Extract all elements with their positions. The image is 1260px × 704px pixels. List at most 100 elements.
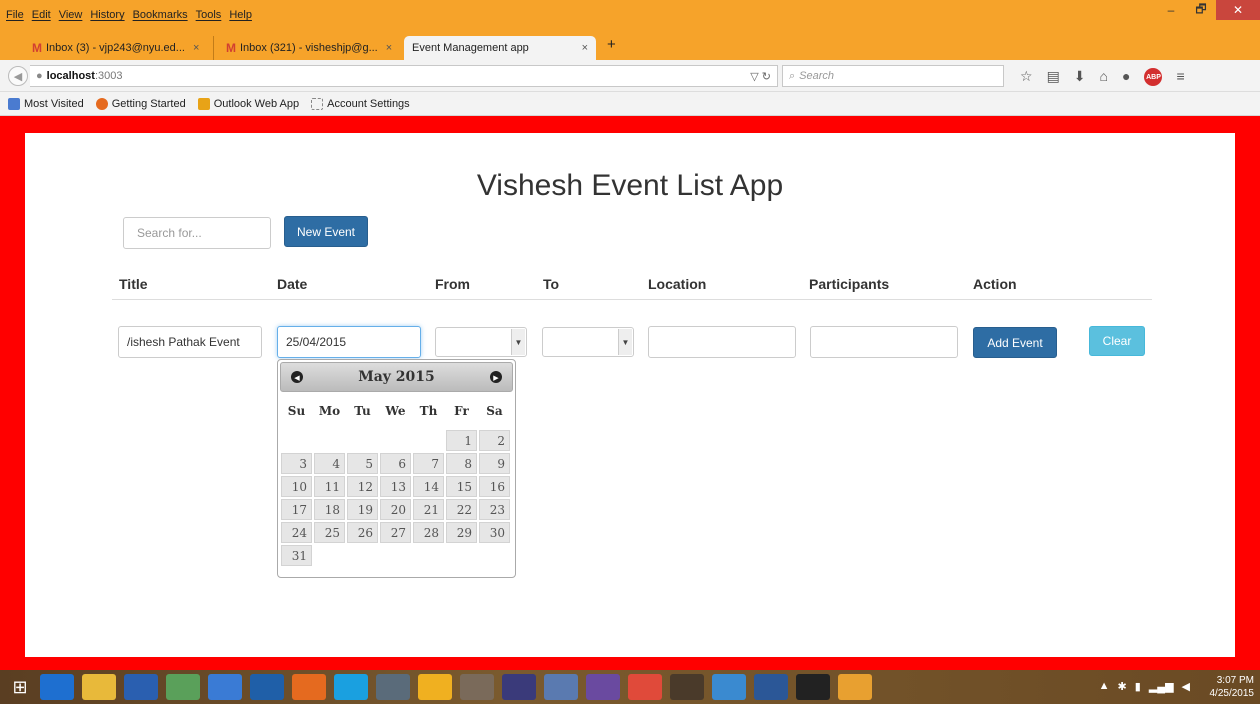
calendar-day[interactable]: 16 bbox=[479, 476, 510, 497]
calendar-day[interactable]: 17 bbox=[281, 499, 312, 520]
calendar-day[interactable]: 10 bbox=[281, 476, 312, 497]
menu-history[interactable]: History bbox=[90, 9, 124, 21]
browser-search-input[interactable]: ⌕ Search bbox=[782, 65, 1004, 87]
calendar-day[interactable]: 6 bbox=[380, 453, 411, 474]
signal-icon[interactable]: ▂▄▆ bbox=[1149, 680, 1174, 693]
bookmark-getting-started[interactable]: Getting Started bbox=[95, 97, 186, 110]
calendar-day[interactable]: 19 bbox=[347, 499, 378, 520]
paint-icon[interactable] bbox=[208, 674, 242, 700]
bluetooth-icon[interactable]: ✱ bbox=[1118, 680, 1127, 693]
new-tab-button[interactable]: + bbox=[607, 36, 616, 53]
chat-icon[interactable]: ● bbox=[1122, 68, 1130, 86]
home-icon[interactable]: ⌂ bbox=[1100, 68, 1108, 86]
download-icon[interactable]: ⬇ bbox=[1074, 68, 1086, 86]
prev-month-icon[interactable]: ◀ bbox=[291, 371, 303, 383]
reading-list-icon[interactable]: ▤ bbox=[1047, 68, 1060, 86]
word-icon[interactable] bbox=[754, 674, 788, 700]
chrome-icon[interactable] bbox=[628, 674, 662, 700]
calendar-day[interactable]: 27 bbox=[380, 522, 411, 543]
yahoo-icon[interactable] bbox=[418, 674, 452, 700]
photos-icon[interactable] bbox=[166, 674, 200, 700]
tool-icon[interactable] bbox=[544, 674, 578, 700]
calendar-day[interactable]: 29 bbox=[446, 522, 477, 543]
calendar-day[interactable]: 7 bbox=[413, 453, 444, 474]
tray-arrow-icon[interactable]: ▲ bbox=[1099, 680, 1110, 693]
app-icon[interactable] bbox=[376, 674, 410, 700]
tab-close-icon[interactable]: × bbox=[582, 42, 588, 54]
calendar-day[interactable]: 3 bbox=[281, 453, 312, 474]
menu-file[interactable]: File bbox=[6, 9, 24, 21]
location-input[interactable] bbox=[648, 326, 796, 358]
clear-button[interactable]: Clear bbox=[1089, 326, 1145, 356]
calendar-day[interactable]: 26 bbox=[347, 522, 378, 543]
tab-inbox-gmail[interactable]: M Inbox (321) - visheshjp@g... × bbox=[218, 36, 406, 60]
tab-close-icon[interactable]: × bbox=[386, 42, 392, 54]
calendar-day[interactable]: 20 bbox=[380, 499, 411, 520]
calendar-day[interactable]: 4 bbox=[314, 453, 345, 474]
calendar-day[interactable]: 30 bbox=[479, 522, 510, 543]
files-icon[interactable] bbox=[460, 674, 494, 700]
sublime-icon[interactable] bbox=[838, 674, 872, 700]
calendar-day[interactable]: 15 bbox=[446, 476, 477, 497]
tab-close-icon[interactable]: × bbox=[193, 42, 199, 54]
calendar-day[interactable]: 22 bbox=[446, 499, 477, 520]
calendar-day[interactable]: 28 bbox=[413, 522, 444, 543]
restore-button[interactable]: 🗗 bbox=[1186, 0, 1216, 20]
add-event-button[interactable]: Add Event bbox=[973, 327, 1057, 358]
taskbar-clock[interactable]: 3:07 PM 4/25/2015 bbox=[1210, 674, 1255, 700]
ie-icon[interactable] bbox=[40, 674, 74, 700]
javaee-icon[interactable] bbox=[670, 674, 704, 700]
calendar-day[interactable]: 18 bbox=[314, 499, 345, 520]
adblock-icon[interactable]: ABP bbox=[1144, 68, 1163, 86]
calendar-day[interactable]: 24 bbox=[281, 522, 312, 543]
title-input[interactable] bbox=[118, 326, 262, 358]
network-icon[interactable]: ▮ bbox=[1135, 680, 1141, 693]
tab-inbox-nyu[interactable]: M Inbox (3) - vjp243@nyu.ed... × bbox=[24, 36, 214, 60]
date-input[interactable] bbox=[277, 326, 421, 358]
outlook-icon[interactable] bbox=[250, 674, 284, 700]
tab-event-management[interactable]: Event Management app × bbox=[404, 36, 596, 60]
url-bar[interactable]: ● localhost :3003 ▽ ↻ bbox=[30, 65, 778, 87]
calendar-day[interactable]: 14 bbox=[413, 476, 444, 497]
calendar-day[interactable]: 12 bbox=[347, 476, 378, 497]
back-icon[interactable]: ◀ bbox=[8, 66, 28, 86]
menu-bookmarks[interactable]: Bookmarks bbox=[133, 9, 188, 21]
reload-icon[interactable]: ▽ ↻ bbox=[750, 70, 771, 83]
close-window-button[interactable]: ✕ bbox=[1216, 0, 1260, 20]
to-select[interactable]: ▼ bbox=[542, 327, 634, 357]
explorer-icon[interactable] bbox=[82, 674, 116, 700]
hamburger-menu-icon[interactable]: ≡ bbox=[1176, 68, 1184, 86]
minimize-button[interactable]: – bbox=[1156, 0, 1186, 20]
bookmark-most-visited[interactable]: Most Visited bbox=[8, 97, 84, 110]
from-select[interactable]: ▼ bbox=[435, 327, 527, 357]
firefox-icon[interactable] bbox=[292, 674, 326, 700]
bookmark-outlook[interactable]: Outlook Web App bbox=[197, 97, 299, 110]
search-input[interactable] bbox=[123, 217, 271, 249]
participants-input[interactable] bbox=[810, 326, 958, 358]
menu-edit[interactable]: Edit bbox=[32, 9, 51, 21]
menu-help[interactable]: Help bbox=[229, 9, 252, 21]
calendar-day[interactable]: 5 bbox=[347, 453, 378, 474]
remote-icon[interactable] bbox=[712, 674, 746, 700]
bookmark-star-icon[interactable]: ☆ bbox=[1020, 68, 1033, 86]
menu-view[interactable]: View bbox=[59, 9, 83, 21]
calendar-day[interactable]: 1 bbox=[446, 430, 477, 451]
windows-start-icon[interactable]: ⊞ bbox=[0, 670, 40, 704]
skype-icon[interactable] bbox=[334, 674, 368, 700]
menu-tools[interactable]: Tools bbox=[196, 9, 222, 21]
lenovo-icon[interactable] bbox=[124, 674, 158, 700]
calendar-day[interactable]: 11 bbox=[314, 476, 345, 497]
eclipse-icon[interactable] bbox=[502, 674, 536, 700]
calendar-day[interactable]: 23 bbox=[479, 499, 510, 520]
calendar-day[interactable]: 31 bbox=[281, 545, 312, 566]
calendar-day[interactable]: 2 bbox=[479, 430, 510, 451]
github-icon[interactable] bbox=[586, 674, 620, 700]
bookmark-account-settings[interactable]: Account Settings bbox=[311, 97, 410, 110]
calendar-day[interactable]: 25 bbox=[314, 522, 345, 543]
calendar-day[interactable]: 8 bbox=[446, 453, 477, 474]
calendar-day[interactable]: 9 bbox=[479, 453, 510, 474]
calendar-day[interactable]: 13 bbox=[380, 476, 411, 497]
calendar-day[interactable]: 21 bbox=[413, 499, 444, 520]
cmd-icon[interactable] bbox=[796, 674, 830, 700]
new-event-button[interactable]: New Event bbox=[284, 216, 368, 247]
